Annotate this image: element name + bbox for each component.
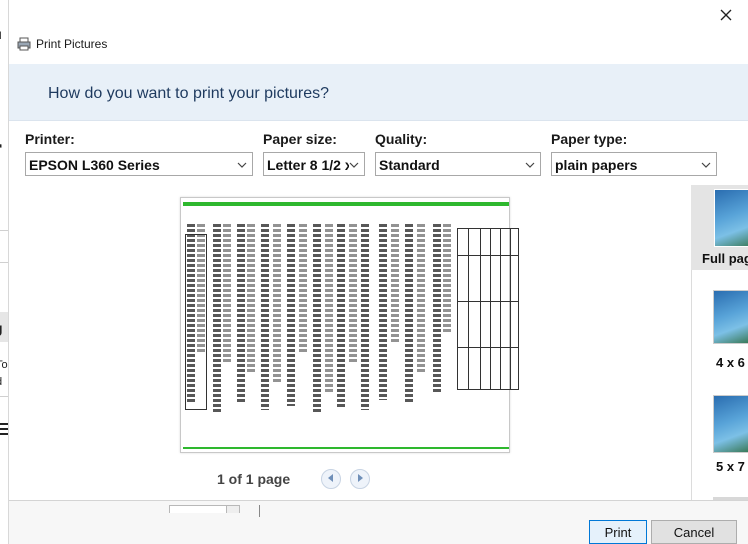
dialog-heading: How do you want to print your pictures? <box>48 85 330 102</box>
quality-select[interactable]: Standard <box>375 152 541 176</box>
document-text-column <box>237 224 245 404</box>
document-text-column <box>273 224 281 384</box>
menu-icon-bar <box>0 428 8 430</box>
header-banner: How do you want to print your pictures? <box>9 64 748 121</box>
layout-thumbnail <box>714 189 748 247</box>
layout-label: Full page photo <box>702 251 748 266</box>
layout-label: 4 x 6 in. <box>716 355 748 370</box>
background-app-text: r <box>0 134 2 166</box>
layout-label: 5 x 7 in. <box>716 459 748 474</box>
document-text-column <box>405 224 413 404</box>
background-app-text: g <box>0 320 3 336</box>
chevron-down-icon <box>236 158 248 170</box>
printer-label: Printer: <box>25 131 75 147</box>
cancel-button[interactable]: Cancel <box>651 520 737 544</box>
print-button[interactable]: Print <box>589 520 647 544</box>
layout-option-full-page[interactable]: Full page photo <box>691 185 748 270</box>
printer-value: EPSON L360 Series <box>29 157 160 173</box>
page-preview <box>180 197 519 453</box>
page-indicator: 1 of 1 page <box>217 471 291 487</box>
document-text-column <box>313 224 321 412</box>
layout-option-4x6[interactable]: 4 x 6 in. <box>691 285 748 375</box>
copies-spinner[interactable] <box>226 505 240 513</box>
chevron-left-icon <box>326 470 336 488</box>
previous-page-button[interactable] <box>321 469 341 489</box>
printer-select[interactable]: EPSON L360 Series <box>25 152 253 176</box>
layout-thumbnail <box>713 395 748 453</box>
layout-option-5x7[interactable]: 5 x 7 in. <box>691 391 748 481</box>
document-text-column <box>433 224 441 392</box>
menu-icon-bar <box>0 433 8 435</box>
footer-separator <box>259 505 260 517</box>
document-text-column <box>261 224 269 410</box>
document-text-column <box>223 224 231 364</box>
background-app-text: d <box>0 376 2 388</box>
chevron-right-icon <box>355 470 365 488</box>
next-page-button[interactable] <box>350 469 370 489</box>
screen: u r g To d Print Pictures <box>0 0 748 544</box>
quality-value: Standard <box>379 157 440 173</box>
menu-icon-bar <box>0 423 8 425</box>
chevron-down-icon <box>348 158 360 170</box>
document-text-column <box>349 224 357 364</box>
close-icon <box>720 8 732 26</box>
document-text-column <box>361 224 369 410</box>
background-app-text: u <box>0 26 2 42</box>
paper-size-value: Letter 8 1/2 x <box>267 157 349 173</box>
document-text-column <box>299 224 307 354</box>
document-text-column <box>379 224 387 400</box>
document-text-box <box>185 234 207 410</box>
background-divider <box>0 230 8 231</box>
chevron-down-icon <box>524 158 536 170</box>
background-app: u r g To d <box>0 0 8 544</box>
document-text-column <box>247 224 255 374</box>
copies-input[interactable] <box>169 505 227 513</box>
document-text-column <box>443 224 451 334</box>
document-text-column <box>417 224 425 374</box>
print-pictures-dialog: Print Pictures How do you want to print … <box>8 0 748 544</box>
paper-size-select[interactable]: Letter 8 1/2 x <box>263 152 365 176</box>
document-table <box>457 228 519 390</box>
close-button[interactable] <box>709 4 743 30</box>
layout-thumbnail <box>713 290 748 344</box>
document-text-column <box>325 224 333 394</box>
document-text-column <box>287 224 295 406</box>
page-header-stripe <box>183 202 509 206</box>
dialog-title: Print Pictures <box>36 37 108 51</box>
paper-type-value: plain papers <box>555 157 638 173</box>
quality-label: Quality: <box>375 131 428 147</box>
chevron-down-icon <box>700 158 712 170</box>
document-text-column <box>337 224 345 408</box>
background-app-text: To <box>0 359 8 371</box>
document-text-column <box>391 224 399 344</box>
paper-type-select[interactable]: plain papers <box>551 152 717 176</box>
document-text-column <box>213 224 221 414</box>
background-divider <box>0 396 8 397</box>
title-bar: Print Pictures <box>9 0 748 64</box>
paper-type-label: Paper type: <box>551 131 628 147</box>
background-divider <box>0 262 8 263</box>
paper-size-label: Paper size: <box>263 131 337 147</box>
printer-icon <box>17 37 31 51</box>
page-footer-stripe <box>183 447 509 449</box>
